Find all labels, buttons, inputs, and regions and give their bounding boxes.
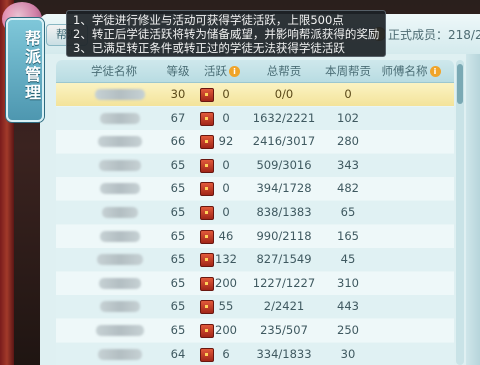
apprentice-name-redacted — [98, 348, 142, 360]
header-total: 总帮贡 — [266, 64, 302, 78]
table-row[interactable]: 67 0 1632/2221 102 — [56, 106, 454, 130]
row-level: 65 — [170, 205, 186, 219]
table-row[interactable]: 64 6 334/1833 30 — [56, 342, 454, 365]
row-weekly-contribution: 310 — [337, 275, 359, 290]
right-edge-frame — [466, 54, 480, 365]
row-weekly-contribution: 343 — [337, 157, 359, 172]
row-total-contribution: 2/2421 — [263, 299, 305, 314]
row-weekly-contribution: 443 — [337, 299, 359, 314]
row-weekly-contribution: 45 — [340, 252, 356, 267]
table-row[interactable]: 65 200 235/507 250 — [56, 319, 454, 342]
row-activity: 46 — [218, 228, 234, 243]
row-total-contribution: 509/3016 — [256, 157, 312, 172]
apprentice-name-redacted — [97, 254, 143, 266]
tooltip-line-2: 2、转正后学徒活跃将转为储备威望，并影响帮派获得的奖励 — [73, 27, 379, 41]
row-total-contribution: 1632/2221 — [252, 110, 316, 125]
master-info-icon[interactable]: i — [429, 66, 441, 77]
row-total-contribution: 1227/1227 — [252, 275, 316, 290]
header-weekly: 本周帮贡 — [325, 64, 371, 78]
tooltip-line-3: 3、已满足转正条件或转正过的学徒无法获得学徒活跃 — [73, 41, 345, 55]
table-row[interactable]: 65 55 2/2421 443 — [56, 295, 454, 319]
row-total-contribution: 334/1833 — [256, 346, 312, 361]
row-activity: 200 — [215, 323, 237, 337]
row-level: 65 — [170, 323, 186, 337]
row-total-contribution: 838/1383 — [256, 205, 312, 219]
row-activity: 0 — [222, 87, 230, 101]
row-total-contribution: 827/1549 — [256, 252, 312, 267]
row-activity: 6 — [222, 346, 230, 361]
row-total-contribution: 235/507 — [260, 323, 308, 337]
table-scrollbar[interactable] — [456, 60, 464, 365]
row-activity: 0 — [222, 205, 230, 219]
header-master: 师傅名称 i — [376, 60, 446, 82]
row-level: 65 — [170, 275, 186, 290]
apprentice-name-redacted — [100, 230, 140, 242]
member-count-text: 正式成员：218/22 — [388, 28, 480, 42]
header-activity: 活跃 i — [192, 60, 252, 82]
table-row[interactable]: 65 46 990/2118 165 — [56, 224, 454, 248]
row-level: 65 — [170, 181, 186, 196]
table-scroll-thumb[interactable] — [457, 64, 463, 104]
apprentice-name-redacted — [98, 136, 142, 148]
row-total-contribution: 2416/3017 — [252, 134, 316, 149]
table-row[interactable]: 65 0 509/3016 343 — [56, 153, 454, 177]
row-level: 30 — [170, 87, 186, 101]
activity-tooltip: 1、学徒进行修业与活动可获得学徒活跃，上限500点 2、转正后学徒活跃将转为储备… — [66, 10, 386, 57]
apprentice-name-redacted — [96, 325, 144, 336]
header-master-label: 师傅名称 — [381, 64, 428, 78]
row-weekly-contribution: 280 — [337, 134, 359, 149]
apprentice-name-redacted — [100, 301, 140, 313]
member-count: 正式成员：218/22 — [372, 26, 480, 43]
row-level: 65 — [170, 252, 186, 267]
row-level: 65 — [170, 299, 186, 314]
tooltip-line-1: 1、学徒进行修业与活动可获得学徒活跃，上限500点 — [73, 13, 344, 27]
guild-management-tab[interactable]: 帮派管理 — [6, 18, 44, 122]
row-total-contribution: 990/2118 — [256, 228, 312, 243]
apprentice-name-redacted — [100, 183, 140, 195]
row-weekly-contribution: 65 — [340, 205, 356, 219]
side-tab-label: 帮派管理 — [22, 30, 41, 102]
row-weekly-contribution: 102 — [337, 110, 359, 125]
table-row[interactable]: 65 200 1227/1227 310 — [56, 271, 454, 295]
row-level: 67 — [170, 110, 186, 125]
row-level: 65 — [170, 228, 186, 243]
apprentice-name-redacted — [99, 159, 141, 171]
row-total-contribution: 394/1728 — [256, 181, 312, 196]
table-row[interactable]: 66 92 2416/3017 280 — [56, 130, 454, 154]
row-weekly-contribution: 482 — [337, 181, 359, 196]
row-weekly-contribution: 250 — [337, 323, 359, 337]
header-activity-label: 活跃 — [204, 64, 227, 78]
table-header: 学徒名称 等级 活跃 i 总帮贡 本周帮贡 师傅名称 i — [56, 60, 454, 83]
apprentice-table: 学徒名称 等级 活跃 i 总帮贡 本周帮贡 师傅名称 i 30 0 0/0 0 67 0 163… — [56, 60, 454, 365]
apprentice-name-redacted — [99, 277, 141, 289]
row-total-contribution: 0/0 — [274, 87, 294, 101]
row-weekly-contribution: 30 — [340, 346, 356, 361]
row-activity: 132 — [215, 252, 237, 267]
apprentice-name-redacted — [95, 89, 145, 100]
row-activity: 0 — [222, 110, 230, 125]
row-level: 64 — [170, 346, 186, 361]
row-activity: 200 — [215, 275, 237, 290]
table-row[interactable]: 65 132 827/1549 45 — [56, 248, 454, 272]
row-activity: 55 — [218, 299, 234, 314]
activity-info-icon[interactable]: i — [229, 66, 240, 77]
row-activity: 0 — [222, 157, 230, 172]
row-level: 65 — [170, 157, 186, 172]
table-row[interactable]: 30 0 0/0 0 — [56, 83, 454, 106]
row-activity: 92 — [218, 134, 234, 149]
table-row[interactable]: 65 0 838/1383 65 — [56, 201, 454, 224]
row-level: 66 — [170, 134, 186, 149]
apprentice-name-redacted — [100, 112, 140, 124]
header-name: 学徒名称 — [91, 64, 137, 78]
table-row[interactable]: 65 0 394/1728 482 — [56, 177, 454, 201]
row-weekly-contribution: 0 — [344, 87, 352, 101]
apprentice-name-redacted — [102, 207, 138, 218]
row-weekly-contribution: 165 — [337, 228, 359, 243]
row-activity: 0 — [222, 181, 230, 196]
